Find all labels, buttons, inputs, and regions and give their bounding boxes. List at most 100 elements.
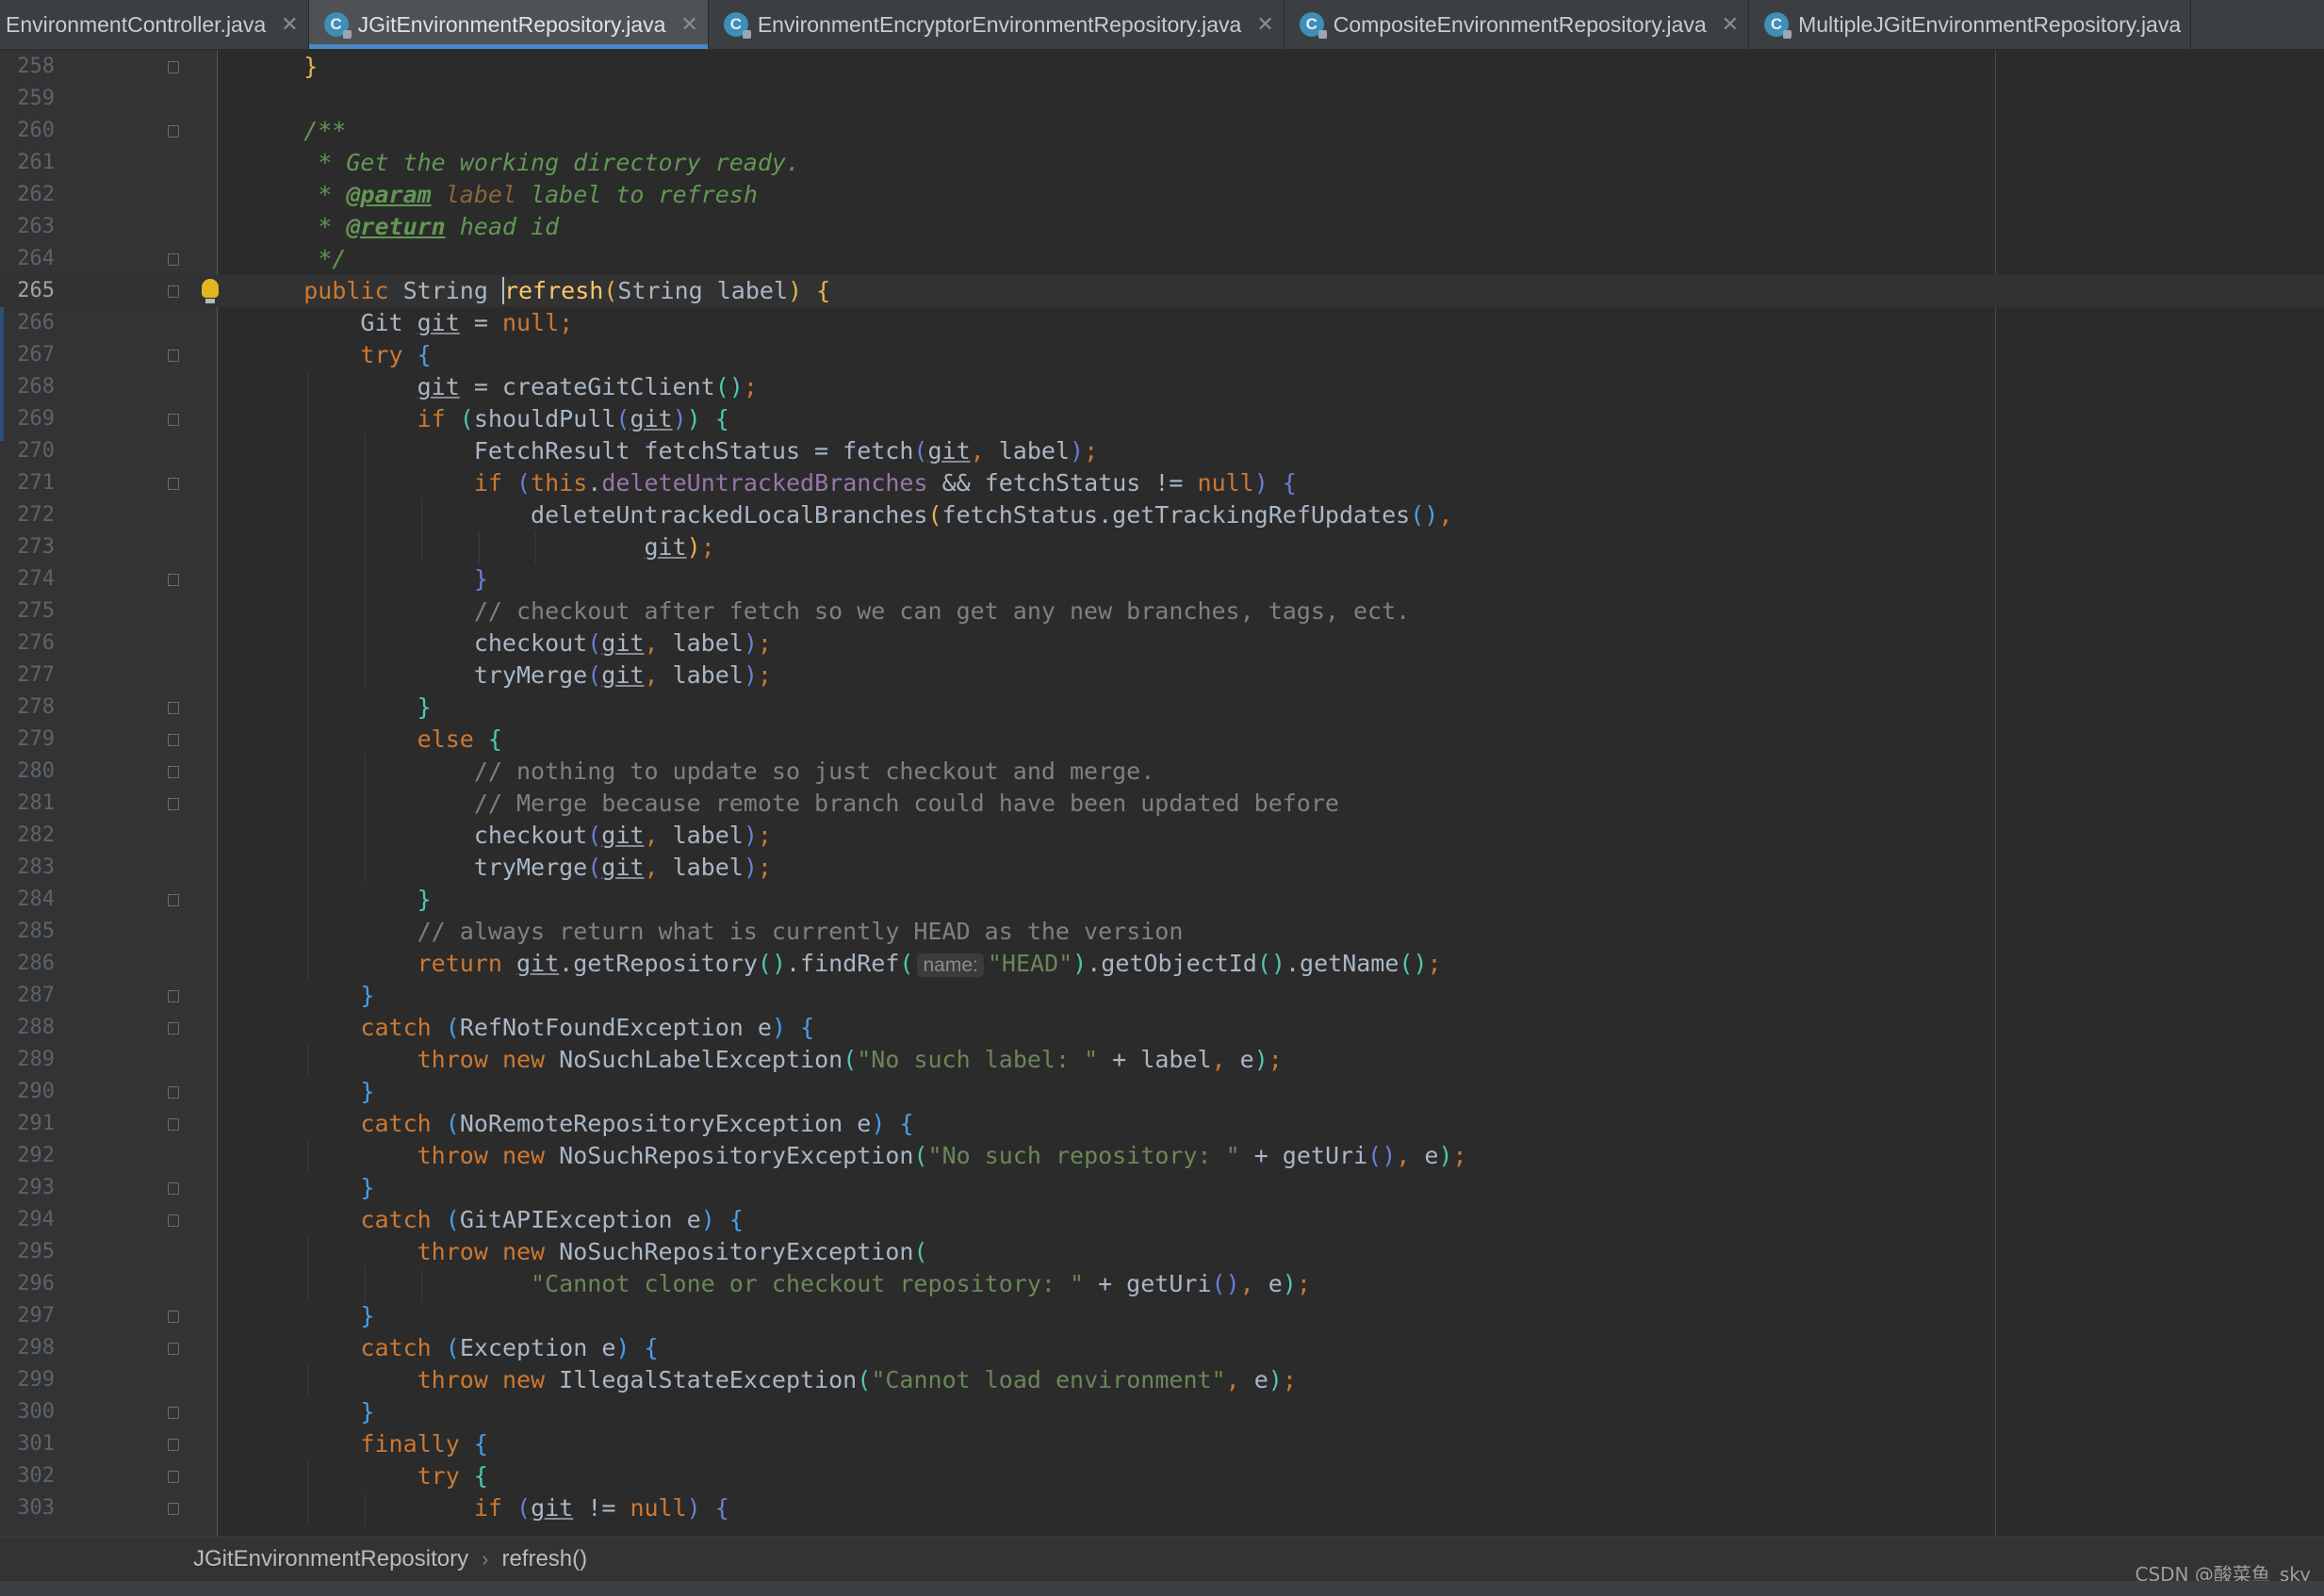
close-icon[interactable]: ✕: [1722, 12, 1739, 37]
code-text[interactable]: throw new IllegalStateException("Cannot …: [247, 1364, 1297, 1396]
breadcrumb-item[interactable]: refresh(): [501, 1546, 587, 1572]
fold-marker-icon[interactable]: [168, 285, 179, 298]
line-number[interactable]: 281: [0, 788, 55, 820]
code-line[interactable]: 270 FetchResult fetchStatus = fetch(git,…: [0, 435, 2324, 467]
code-line[interactable]: 269 if (shouldPull(git)) {: [0, 403, 2324, 435]
code-text[interactable]: git);: [247, 531, 714, 563]
line-number[interactable]: 275: [0, 595, 55, 627]
line-number[interactable]: 278: [0, 692, 55, 724]
code-line[interactable]: 261 * Get the working directory ready.: [0, 147, 2324, 179]
code-text[interactable]: // nothing to update so just checkout an…: [247, 756, 1154, 788]
fold-marker-icon[interactable]: [168, 798, 179, 810]
code-line[interactable]: 292 throw new NoSuchRepositoryException(…: [0, 1140, 2324, 1172]
line-number[interactable]: 300: [0, 1396, 55, 1428]
code-line[interactable]: 297 }: [0, 1300, 2324, 1332]
line-number[interactable]: 280: [0, 756, 55, 788]
fold-marker-icon[interactable]: [168, 125, 179, 138]
code-line[interactable]: 280 // nothing to update so just checkou…: [0, 756, 2324, 788]
line-number[interactable]: 298: [0, 1332, 55, 1364]
line-number[interactable]: 296: [0, 1268, 55, 1300]
line-number[interactable]: 258: [0, 51, 55, 83]
code-text[interactable]: }: [247, 51, 318, 83]
code-text[interactable]: Git git = null;: [247, 307, 573, 339]
code-text[interactable]: * Get the working directory ready.: [247, 147, 800, 179]
line-number[interactable]: 286: [0, 948, 55, 980]
code-text[interactable]: }: [247, 1076, 374, 1108]
fold-marker-icon[interactable]: [168, 1407, 179, 1419]
code-text[interactable]: }: [247, 692, 432, 724]
code-line[interactable]: 295 throw new NoSuchRepositoryException(: [0, 1236, 2324, 1268]
line-number[interactable]: 301: [0, 1428, 55, 1460]
line-number[interactable]: 291: [0, 1108, 55, 1140]
line-number[interactable]: 277: [0, 660, 55, 692]
line-number[interactable]: 259: [0, 83, 55, 115]
code-line[interactable]: 267 try {: [0, 339, 2324, 371]
code-text[interactable]: }: [247, 563, 488, 595]
line-number[interactable]: 273: [0, 531, 55, 563]
code-text[interactable]: // checkout after fetch so we can get an…: [247, 595, 1410, 627]
code-line[interactable]: 301 finally {: [0, 1428, 2324, 1460]
code-text[interactable]: }: [247, 980, 374, 1012]
code-line[interactable]: 278 }: [0, 692, 2324, 724]
code-text[interactable]: if (this.deleteUntrackedBranches && fetc…: [247, 467, 1297, 499]
code-line[interactable]: 262 * @param label label to refresh: [0, 179, 2324, 211]
fold-marker-icon[interactable]: [168, 702, 179, 714]
code-editor[interactable]: 258 } 259 260 /** 261 * Get the working dir…: [0, 50, 2324, 1537]
code-line[interactable]: 266 Git git = null;: [0, 307, 2324, 339]
line-number[interactable]: 274: [0, 563, 55, 595]
fold-marker-icon[interactable]: [168, 766, 179, 778]
fold-marker-icon[interactable]: [168, 61, 179, 73]
code-line[interactable]: 290 }: [0, 1076, 2324, 1108]
code-line[interactable]: 298 catch (Exception e) {: [0, 1332, 2324, 1364]
code-line[interactable]: 258 }: [0, 51, 2324, 83]
line-number[interactable]: 282: [0, 820, 55, 852]
code-text[interactable]: try {: [247, 339, 431, 371]
line-number[interactable]: 264: [0, 243, 55, 275]
fold-marker-icon[interactable]: [168, 1214, 179, 1227]
code-text[interactable]: tryMerge(git, label);: [247, 852, 772, 884]
line-number[interactable]: 293: [0, 1172, 55, 1204]
code-line[interactable]: 303 if (git != null) {: [0, 1492, 2324, 1524]
code-line[interactable]: 275 // checkout after fetch so we can ge…: [0, 595, 2324, 627]
code-line[interactable]: 293 }: [0, 1172, 2324, 1204]
line-number[interactable]: 290: [0, 1076, 55, 1108]
line-number[interactable]: 271: [0, 467, 55, 499]
code-line[interactable]: 300 }: [0, 1396, 2324, 1428]
line-number[interactable]: 284: [0, 884, 55, 916]
code-line[interactable]: 285 // always return what is currently H…: [0, 916, 2324, 948]
tab-environmentcontroller[interactable]: EnvironmentController.java ✕: [0, 0, 309, 49]
code-line[interactable]: 263 * @return head id: [0, 211, 2324, 243]
line-number[interactable]: 270: [0, 435, 55, 467]
code-line[interactable]: 274 }: [0, 563, 2324, 595]
line-number[interactable]: 263: [0, 211, 55, 243]
tab-compositeenvironmentrepository[interactable]: C CompositeEnvironmentRepository.java ✕: [1285, 0, 1750, 49]
code-line[interactable]: 281 // Merge because remote branch could…: [0, 788, 2324, 820]
fold-marker-icon[interactable]: [168, 253, 179, 266]
code-line[interactable]: 299 throw new IllegalStateException("Can…: [0, 1364, 2324, 1396]
line-number[interactable]: 302: [0, 1460, 55, 1492]
code-text[interactable]: }: [247, 1396, 374, 1428]
code-text[interactable]: FetchResult fetchStatus = fetch(git, lab…: [247, 435, 1098, 467]
code-text[interactable]: }: [247, 1300, 374, 1332]
line-number[interactable]: 268: [0, 371, 55, 403]
code-line[interactable]: 294 catch (GitAPIException e) {: [0, 1204, 2324, 1236]
code-text[interactable]: deleteUntrackedLocalBranches(fetchStatus…: [247, 499, 1452, 531]
line-number[interactable]: 299: [0, 1364, 55, 1396]
code-line[interactable]: 288 catch (RefNotFoundException e) {: [0, 1012, 2324, 1044]
fold-marker-icon[interactable]: [168, 1182, 179, 1195]
code-text[interactable]: return git.getRepository().findRef(name:…: [247, 948, 1442, 982]
code-text[interactable]: */: [247, 243, 346, 275]
fold-marker-icon[interactable]: [168, 894, 179, 906]
line-number[interactable]: 261: [0, 147, 55, 179]
code-text[interactable]: else {: [247, 724, 502, 756]
line-number[interactable]: 289: [0, 1044, 55, 1076]
line-number[interactable]: 283: [0, 852, 55, 884]
line-number[interactable]: 262: [0, 179, 55, 211]
line-number[interactable]: 288: [0, 1012, 55, 1044]
close-icon[interactable]: ✕: [281, 12, 298, 37]
code-text[interactable]: catch (NoRemoteRepositoryException e) {: [247, 1108, 913, 1140]
close-icon[interactable]: ✕: [680, 12, 697, 37]
tab-multiplejgitenvironmentrepository[interactable]: C MultipleJGitEnvironmentRepository.java: [1749, 0, 2192, 49]
code-line[interactable]: 276 checkout(git, label);: [0, 627, 2324, 660]
code-text[interactable]: // always return what is currently HEAD …: [247, 916, 1184, 948]
